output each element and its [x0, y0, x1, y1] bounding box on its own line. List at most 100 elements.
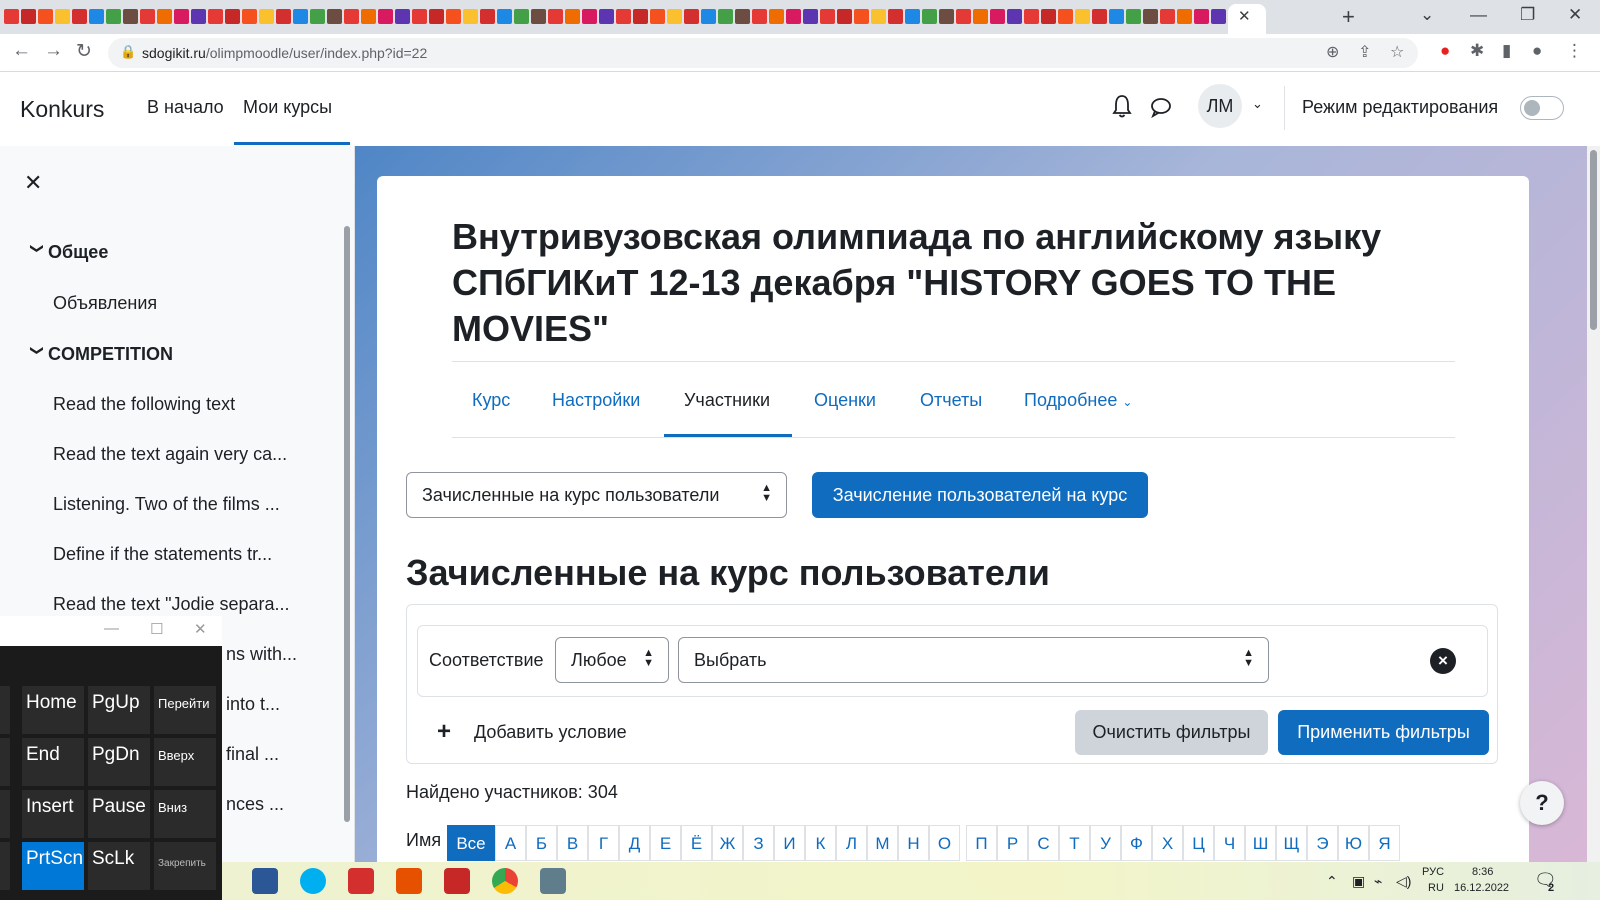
drawer-item-announcements[interactable]: Объявления: [53, 293, 293, 314]
pinned-tab-favicon-icon[interactable]: [701, 9, 716, 24]
pinned-tab-favicon-icon[interactable]: [1126, 9, 1141, 24]
pinned-tab-favicon-icon[interactable]: [480, 9, 495, 24]
pinned-tab-favicon-icon[interactable]: [684, 9, 699, 24]
profile-icon[interactable]: ●: [1532, 41, 1542, 61]
tray-volume-icon[interactable]: ◁): [1396, 873, 1411, 890]
pinned-tab-favicon-icon[interactable]: [616, 9, 631, 24]
initial-letter-button[interactable]: Ш: [1245, 825, 1276, 861]
participants-page-select[interactable]: Зачисленные на курс пользователи ▲ ▼: [406, 472, 787, 518]
pinned-tab-favicon-icon[interactable]: [1024, 9, 1039, 24]
section-competition[interactable]: ❯ COMPETITION: [26, 344, 173, 365]
pinned-tab-favicon-icon[interactable]: [412, 9, 427, 24]
pinned-tab-favicon-icon[interactable]: [1211, 9, 1226, 24]
pinned-tab-favicon-icon[interactable]: [599, 9, 614, 24]
bookmark-star-icon[interactable]: ☆: [1390, 42, 1404, 62]
share-icon[interactable]: ⇪: [1358, 42, 1371, 62]
chevron-down-icon[interactable]: ❯: [29, 243, 45, 265]
pinned-tab-favicon-icon[interactable]: [1007, 9, 1022, 24]
forward-icon[interactable]: →: [44, 40, 63, 62]
word-app-icon[interactable]: [252, 868, 278, 894]
osk-key[interactable]: ScLk: [88, 842, 150, 890]
initial-letter-button[interactable]: Э: [1307, 825, 1338, 861]
pinned-tab-favicon-icon[interactable]: [378, 9, 393, 24]
pinned-tab-favicon-icon[interactable]: [667, 9, 682, 24]
osk-key[interactable]: Home: [22, 686, 84, 734]
pinned-tab-favicon-icon[interactable]: [157, 9, 172, 24]
pinned-tab-favicon-icon[interactable]: [633, 9, 648, 24]
initial-letter-button[interactable]: Ж: [712, 825, 743, 861]
osk-key[interactable]: PrtScn: [22, 842, 84, 890]
pinned-tab-favicon-icon[interactable]: [888, 9, 903, 24]
osk-key[interactable]: End: [22, 738, 84, 786]
osk-minimize-icon[interactable]: —: [104, 620, 119, 637]
tab-search-icon[interactable]: ⌄: [1420, 5, 1434, 25]
messages-chat-icon[interactable]: [1150, 96, 1172, 118]
user-avatar[interactable]: ЛМ: [1198, 84, 1242, 128]
osk-key[interactable]: Перейти: [154, 686, 216, 734]
pinned-tab-favicon-icon[interactable]: [21, 9, 36, 24]
book-app-icon[interactable]: [444, 868, 470, 894]
pinned-tab-favicon-icon[interactable]: [106, 9, 121, 24]
pinned-tab-favicon-icon[interactable]: [1194, 9, 1209, 24]
initial-letter-button[interactable]: Л: [836, 825, 867, 861]
pinned-tab-favicon-icon[interactable]: [123, 9, 138, 24]
initial-letter-button[interactable]: К: [805, 825, 836, 861]
add-condition-button[interactable]: Добавить условие: [474, 722, 627, 743]
pinned-tab-favicon-icon[interactable]: [1058, 9, 1073, 24]
drawer-scrollbar[interactable]: [344, 226, 350, 822]
initial-letter-button[interactable]: С: [1028, 825, 1059, 861]
tray-device-icon[interactable]: ▣: [1352, 873, 1365, 890]
tray-language-bottom[interactable]: RU: [1428, 882, 1444, 894]
osk-key[interactable]: Закрепить: [154, 842, 216, 890]
minimize-icon[interactable]: —: [1470, 5, 1487, 25]
osk-key[interactable]: Insert: [22, 790, 84, 838]
initial-letter-button[interactable]: М: [867, 825, 898, 861]
pinned-tab-favicon-icon[interactable]: [752, 9, 767, 24]
initial-letter-button[interactable]: Е: [650, 825, 681, 861]
pinned-tab-favicon-icon[interactable]: [1075, 9, 1090, 24]
section-general[interactable]: ❯ Общее: [26, 242, 108, 263]
initial-letter-button[interactable]: О: [929, 825, 960, 861]
extensions-icon[interactable]: ✱: [1470, 41, 1484, 61]
tab-course[interactable]: Курс: [472, 390, 510, 411]
chrome-app-icon[interactable]: [492, 868, 518, 894]
initial-letter-button[interactable]: Ф: [1121, 825, 1152, 861]
clock-time[interactable]: 8:36: [1472, 866, 1493, 878]
tab-more[interactable]: Подробнее ⌄: [1024, 390, 1132, 411]
drawer-item[interactable]: Read the text "Jodie separa...: [53, 594, 293, 615]
pinned-tab-favicon-icon[interactable]: [735, 9, 750, 24]
initial-letter-button[interactable]: З: [743, 825, 774, 861]
pinned-tab-favicon-icon[interactable]: [1143, 9, 1158, 24]
drawer-item[interactable]: nces ...: [226, 794, 296, 815]
pinned-tab-favicon-icon[interactable]: [242, 9, 257, 24]
osk-key-partial[interactable]: [0, 738, 10, 786]
tab-grades[interactable]: Оценки: [814, 390, 876, 411]
drawer-item[interactable]: into t...: [226, 694, 296, 715]
remove-filter-icon[interactable]: ×: [1430, 648, 1456, 674]
initial-letter-button[interactable]: Б: [526, 825, 557, 861]
osk-key[interactable]: PgUp: [88, 686, 150, 734]
back-icon[interactable]: ←: [12, 40, 31, 62]
pinned-tab-favicon-icon[interactable]: [718, 9, 733, 24]
notifications-bell-icon[interactable]: [1112, 94, 1132, 118]
osk-key[interactable]: Pause: [88, 790, 150, 838]
zoom-icon[interactable]: ⊕: [1326, 42, 1339, 62]
drawer-item[interactable]: ns with...: [226, 644, 296, 665]
help-icon[interactable]: ?: [1520, 781, 1564, 825]
osk-key[interactable]: PgDn: [88, 738, 150, 786]
pinned-tab-favicon-icon[interactable]: [38, 9, 53, 24]
pinned-tab-favicon-icon[interactable]: [514, 9, 529, 24]
tray-language-top[interactable]: РУС: [1422, 866, 1444, 878]
pinned-tab-favicon-icon[interactable]: [225, 9, 240, 24]
pinned-tab-favicon-icon[interactable]: [395, 9, 410, 24]
drawer-item[interactable]: Define if the statements tr...: [53, 544, 293, 565]
add-condition-plus-icon[interactable]: +: [437, 718, 451, 746]
pinned-tab-favicon-icon[interactable]: [259, 9, 274, 24]
close-window-icon[interactable]: ✕: [1568, 5, 1582, 25]
drawer-item[interactable]: Read the following text: [53, 394, 293, 415]
active-tab[interactable]: ✕: [1228, 4, 1266, 34]
pinned-tab-favicon-icon[interactable]: [1177, 9, 1192, 24]
pinned-tab-favicon-icon[interactable]: [973, 9, 988, 24]
pinned-tab-favicon-icon[interactable]: [174, 9, 189, 24]
pinned-tab-favicon-icon[interactable]: [531, 9, 546, 24]
